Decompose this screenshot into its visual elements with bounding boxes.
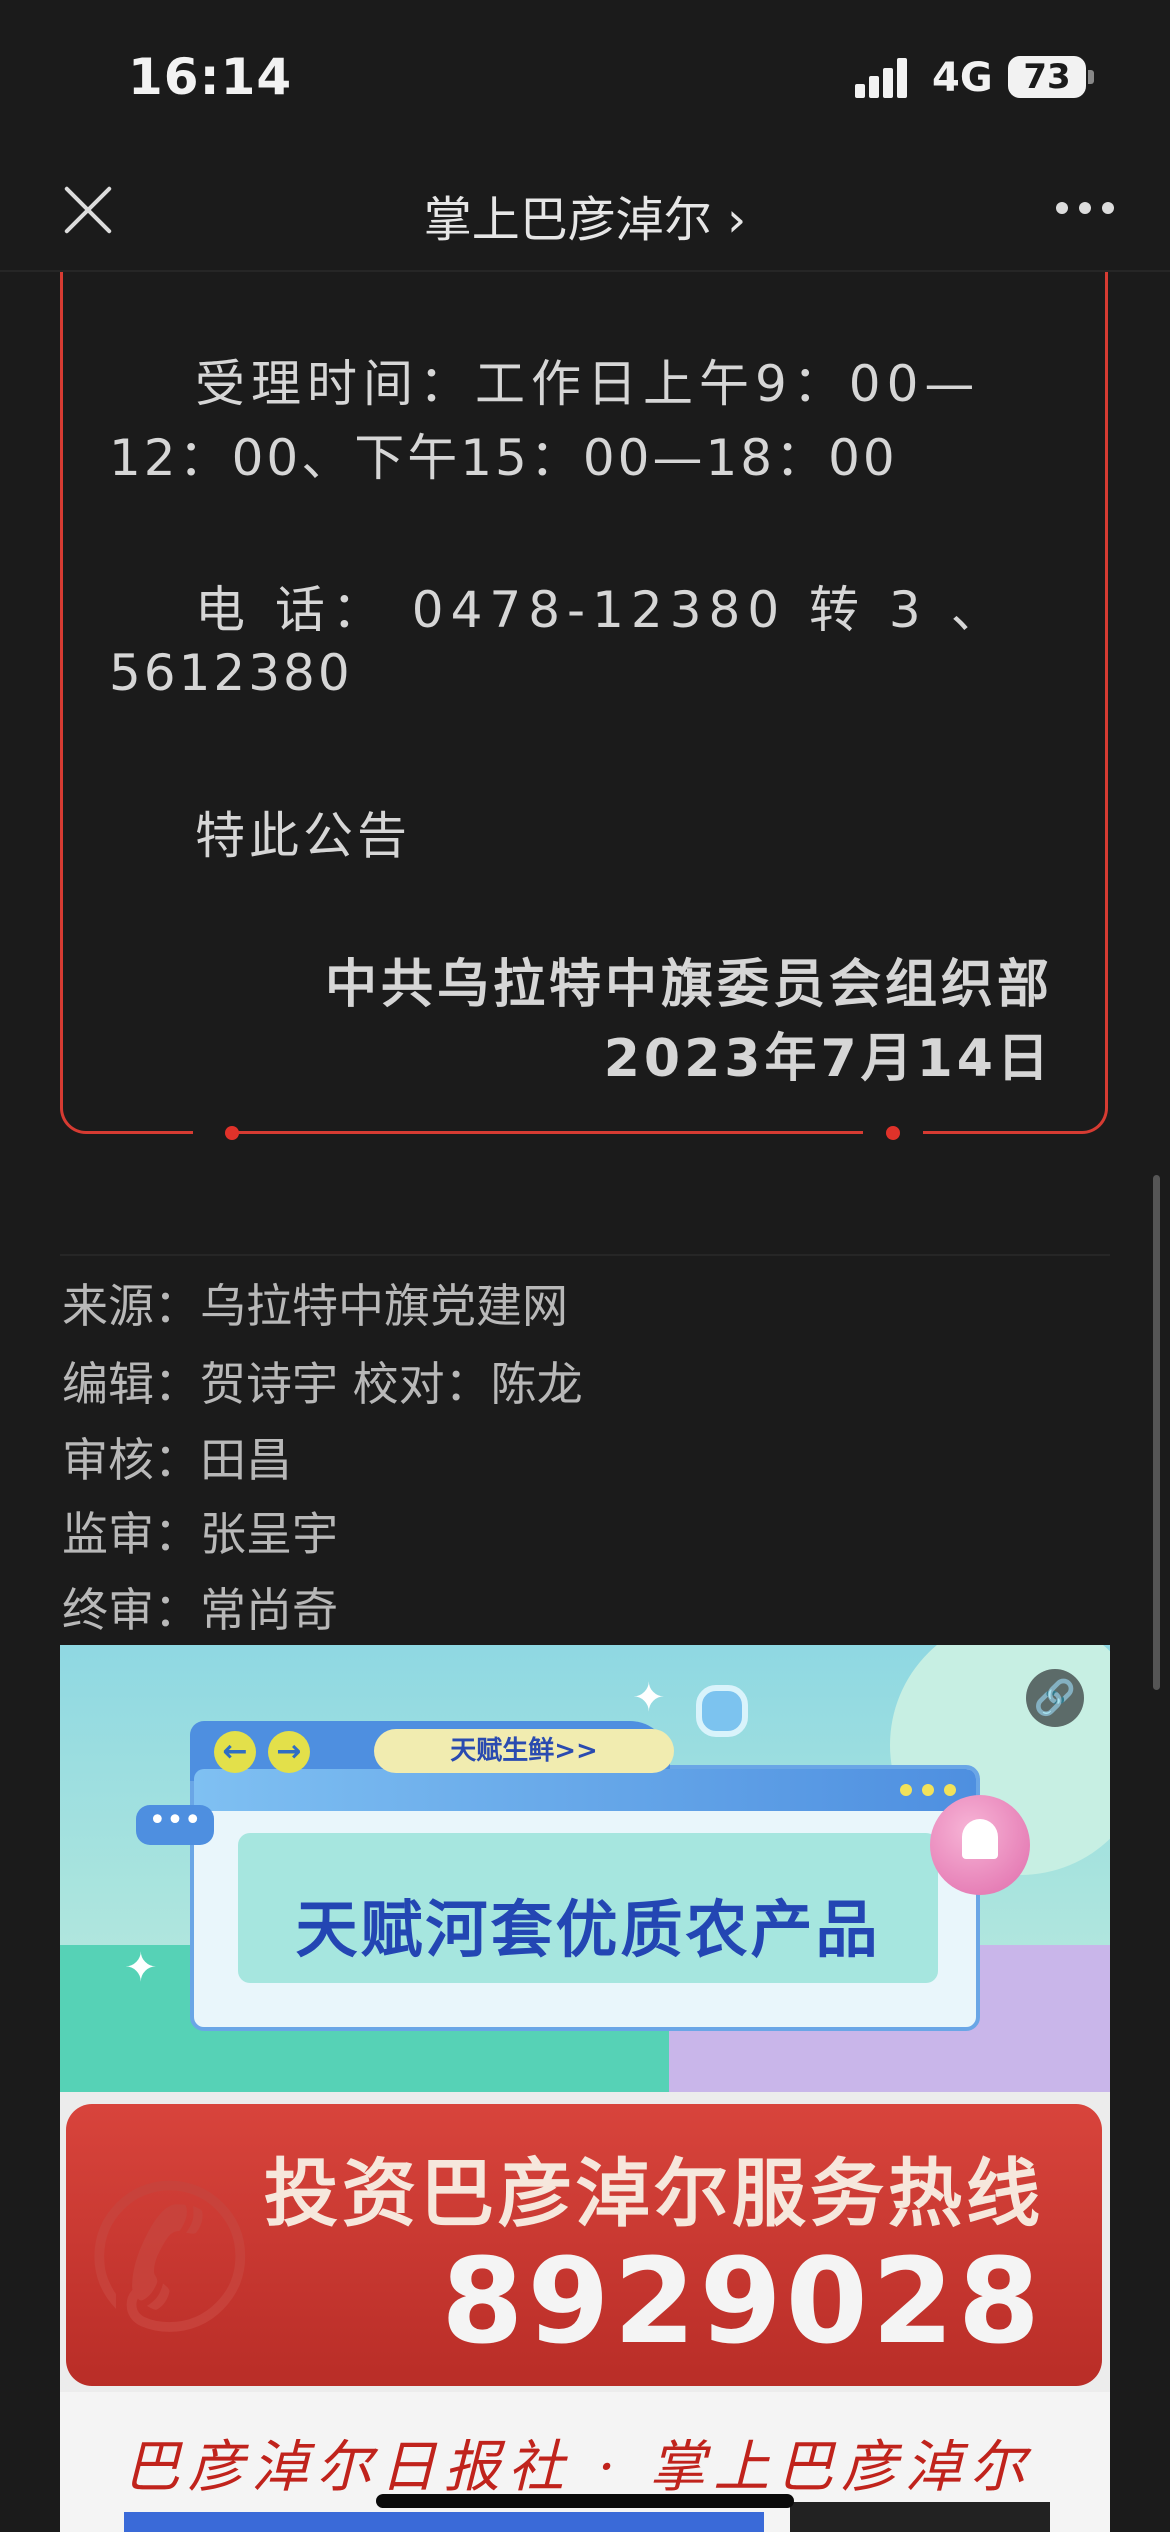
battery-icon: 73 — [1008, 56, 1086, 98]
hotline-ad[interactable]: ✆ 投资巴彦淖尔服务热线 8929028 巴彦淖尔日报社 · 掌上巴彦淖尔 — [60, 2092, 1110, 2532]
hotline-panel: ✆ 投资巴彦淖尔服务热线 8929028 — [66, 2104, 1102, 2386]
notice-dot — [886, 1126, 900, 1140]
network-type: 4G — [932, 55, 993, 101]
more-icon[interactable] — [1056, 202, 1114, 214]
notice-hours-line2: 12：00、下午15：00—18：00 — [109, 429, 898, 487]
hotline-footer-script: 巴彦淖尔日报社 · 掌上巴彦淖尔 — [124, 2435, 1034, 2500]
meta-source: 来源：乌拉特中旗党建网 — [62, 1279, 568, 1333]
notice-closing: 特此公告 — [195, 807, 411, 865]
banner-title: 天赋河套优质农产品 — [295, 1893, 881, 1966]
notice-signature-org: 中共乌拉特中旗委员会组织部 — [324, 955, 1053, 1015]
notice-dot — [225, 1126, 239, 1140]
bell-icon — [930, 1795, 1030, 1895]
home-indicator[interactable] — [376, 2494, 794, 2508]
scrollbar[interactable] — [1153, 1175, 1160, 1690]
forward-arrow-icon: → — [268, 1731, 310, 1773]
signal-icon — [855, 56, 915, 98]
sparkle-icon: ✦ — [124, 1945, 158, 1991]
sparkle-icon: ✦ — [632, 1675, 666, 1721]
banner-pill: 天赋生鲜>> — [374, 1729, 674, 1773]
notice-signature-date: 2023年7月14日 — [603, 1029, 1053, 1089]
decor-strip — [790, 2502, 1050, 2532]
chat-bubble-icon: ••• — [136, 1805, 214, 1845]
banner-ad[interactable]: ✦ ✦ 🔗 ← → 天赋生鲜>> 天赋河套优质农产品 ••• — [60, 1645, 1110, 2092]
back-arrow-icon: ← — [214, 1731, 256, 1773]
battery-tip — [1088, 70, 1094, 84]
banner-window: ← → 天赋生鲜>> 天赋河套优质农产品 — [190, 1721, 980, 2031]
window-dots-icon — [890, 1781, 956, 1800]
window-panel: 天赋河套优质农产品 — [238, 1833, 938, 1983]
notice-hours-line1: 受理时间：工作日上午9：00— — [195, 355, 981, 413]
phone-icon: ✆ — [86, 2144, 254, 2377]
meta-final: 终审：常尚奇 — [62, 1583, 338, 1637]
decor-orb — [696, 1685, 748, 1737]
window-bar — [194, 1769, 976, 1811]
status-time: 16:14 — [128, 48, 293, 106]
nav-title[interactable]: 掌上巴彦淖尔 › — [0, 180, 1170, 250]
decor-strip — [124, 2512, 764, 2532]
status-bar: 16:14 4G 73 — [0, 0, 1170, 150]
hotline-number: 8929028 — [441, 2232, 1044, 2370]
link-icon[interactable]: 🔗 — [1026, 1669, 1084, 1727]
notice-phone-line1: 电 话： 0478-12380 转 3 、 — [195, 581, 1008, 639]
hotline-title: 投资巴彦淖尔服务热线 — [264, 2151, 1044, 2237]
notice-box: 受理时间：工作日上午9：00— 12：00、下午15：00—18：00 电 话：… — [60, 272, 1108, 1140]
meta-review: 审核：田昌 — [62, 1433, 292, 1487]
meta-supervisor: 监审：张呈宇 — [62, 1507, 338, 1561]
notice-phone-line2: 5612380 — [109, 644, 353, 702]
divider — [60, 1254, 1110, 1256]
meta-editor: 编辑：贺诗宇 校对：陈龙 — [62, 1357, 583, 1411]
nav-bar: 掌上巴彦淖尔 › — [0, 150, 1170, 272]
